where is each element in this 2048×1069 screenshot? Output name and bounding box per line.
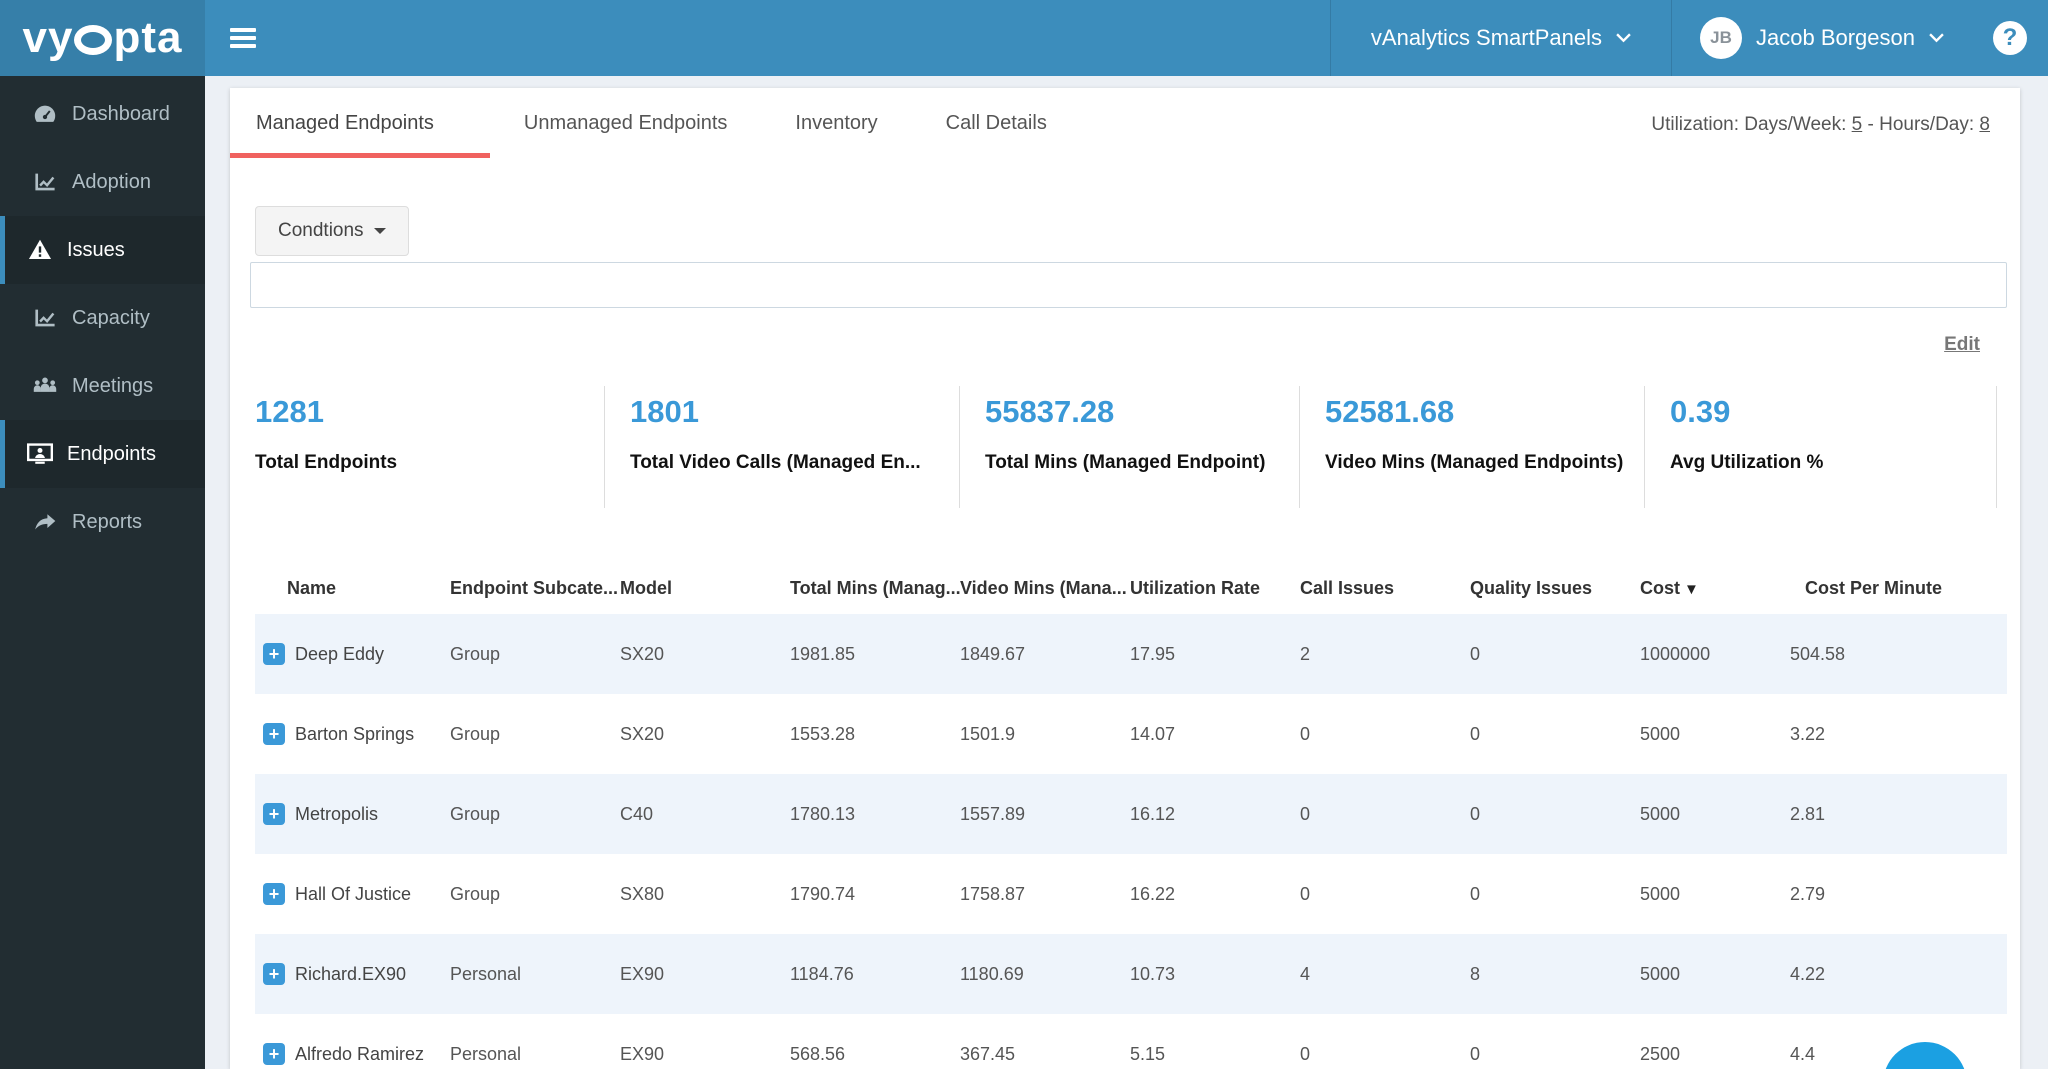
endpoint-name: Richard.EX90 [295, 963, 407, 984]
expand-row-icon[interactable]: + [263, 803, 285, 825]
expand-row-icon[interactable]: + [263, 1043, 285, 1065]
table-row[interactable]: + Richard.EX90 Personal EX90 1184.76 1180.6… [255, 934, 2007, 1014]
chevron-down-icon [1616, 33, 1631, 43]
sidebar-nav: Dashboard Adoption Issues Capacity Meeti… [0, 76, 205, 1069]
caret-down-icon [373, 228, 386, 234]
utilization-middle: - Hours/Day: [1867, 114, 1975, 135]
endpoint-name: Deep Eddy [295, 643, 385, 664]
stat-total-video-calls: 1801 Total Video Calls (Managed En... [605, 386, 960, 508]
logo-lens-icon [74, 25, 113, 55]
sidebar-item-meetings[interactable]: Meetings [0, 352, 205, 420]
utilization-settings: Utilization: Days/Week: 5 - Hours/Day: 8 [1651, 114, 1990, 136]
sidebar-item-label: Endpoints [67, 442, 156, 465]
stat-video-mins: 52581.68 Video Mins (Managed Endpoints) [1300, 386, 1645, 508]
product-selector-dropdown[interactable]: vAnalytics SmartPanels [1329, 0, 1672, 76]
chart-line-icon [35, 309, 55, 327]
days-per-week-link[interactable]: 5 [1852, 114, 1863, 135]
logo-text: vy pta [22, 13, 183, 62]
question-mark-icon: ? [1993, 21, 2027, 55]
hamburger-icon [230, 24, 256, 52]
sidebar-item-capacity[interactable]: Capacity [0, 284, 205, 352]
sidebar-toggle-button[interactable] [213, 0, 273, 76]
expand-row-icon[interactable]: + [263, 963, 285, 985]
endpoints-table: Name Endpoint Subcate... Model Total Min… [255, 570, 2007, 1069]
endpoint-name: Hall Of Justice [295, 883, 412, 904]
tab-managed-endpoints[interactable]: Managed Endpoints [230, 88, 490, 158]
stat-value: 55837.28 [985, 394, 1115, 429]
top-header: vy pta vAnalytics SmartPanels JB Jacob Bo… [0, 0, 2048, 76]
column-header-total-mins[interactable]: Total Mins (Manag... [790, 570, 960, 614]
help-button[interactable]: ? [1972, 0, 2048, 76]
sort-desc-icon: ▼ [1684, 581, 1699, 598]
conditions-label: Condtions [278, 220, 364, 241]
column-header-model[interactable]: Model [620, 570, 790, 614]
sidebar-item-endpoints[interactable]: Endpoints [0, 420, 205, 488]
tab-call-details[interactable]: Call Details [912, 88, 1081, 158]
expand-row-icon[interactable]: + [263, 723, 285, 745]
expand-row-icon[interactable]: + [263, 643, 285, 665]
user-name: Jacob Borgeson [1756, 25, 1915, 50]
endpoint-name: Barton Springs [295, 723, 415, 744]
avatar: JB [1700, 17, 1742, 59]
table-header-row: Name Endpoint Subcate... Model Total Min… [255, 570, 2007, 614]
product-selector-label: vAnalytics SmartPanels [1370, 25, 1602, 50]
sidebar-item-label: Capacity [72, 306, 150, 329]
hours-per-day-link[interactable]: 8 [1979, 114, 1990, 135]
stat-avg-utilization: 0.39 Avg Utilization % [1645, 386, 1997, 508]
stat-label: Total Endpoints [255, 452, 398, 473]
table-row[interactable]: + Hall Of Justice Group SX80 1790.74 1758.8… [255, 854, 2007, 934]
sidebar-item-label: Adoption [72, 170, 151, 193]
column-header-call-issues[interactable]: Call Issues [1300, 570, 1470, 614]
column-header-cost[interactable]: Cost ▼ [1640, 570, 1790, 614]
column-header-quality-issues[interactable]: Quality Issues [1470, 570, 1640, 614]
stat-label: Avg Utilization % [1670, 452, 1824, 473]
gauge-icon [34, 105, 56, 122]
sidebar-item-label: Meetings [72, 374, 154, 397]
conditions-dropdown-button[interactable]: Condtions [255, 206, 409, 256]
tab-unmanaged-endpoints[interactable]: Unmanaged Endpoints [490, 88, 761, 158]
stat-total-endpoints: 1281 Total Endpoints [255, 386, 605, 508]
sidebar-item-reports[interactable]: Reports [0, 488, 205, 556]
edit-link[interactable]: Edit [1944, 334, 1980, 356]
column-header-endpoint-subcategory[interactable]: Endpoint Subcate... [450, 570, 620, 614]
content-panel: Managed Endpoints Unmanaged Endpoints In… [230, 88, 2020, 1069]
table-row[interactable]: + Deep Eddy Group SX20 1981.85 1849.67 17.9… [255, 614, 2007, 694]
share-arrow-icon [35, 514, 56, 530]
user-menu-dropdown[interactable]: JB Jacob Borgeson [1672, 0, 1972, 76]
chevron-down-icon [1929, 33, 1944, 43]
table-row[interactable]: + Barton Springs Group SX20 1553.28 1501.9 … [255, 694, 2007, 774]
stat-label: Video Mins (Managed Endpoints) [1325, 452, 1624, 473]
stat-value: 52581.68 [1325, 394, 1455, 429]
table-row[interactable]: + Metropolis Group C40 1780.13 1557.89 16.1… [255, 774, 2007, 854]
sidebar-item-adoption[interactable]: Adoption [0, 148, 205, 216]
endpoint-name: Alfredo Ramirez [295, 1043, 425, 1064]
endpoint-name: Metropolis [295, 803, 379, 824]
utilization-prefix: Utilization: Days/Week: [1651, 114, 1847, 135]
warning-triangle-icon [28, 239, 52, 259]
chart-line-icon [35, 173, 55, 191]
stat-label: Total Mins (Managed Endpoint) [985, 452, 1266, 473]
app-logo[interactable]: vy pta [0, 0, 205, 76]
sidebar-item-label: Issues [67, 238, 125, 261]
expand-row-icon[interactable]: + [263, 883, 285, 905]
stat-label: Total Video Calls (Managed En... [630, 452, 921, 473]
stat-value: 1801 [630, 394, 699, 429]
sidebar-item-dashboard[interactable]: Dashboard [0, 80, 205, 148]
endpoint-monitor-icon [27, 443, 53, 464]
conditions-filter-input[interactable] [250, 262, 2007, 308]
column-header-cost-per-minute[interactable]: Cost Per Minute [1790, 570, 2007, 614]
stat-value: 0.39 [1670, 394, 1731, 429]
column-header-utilization-rate[interactable]: Utilization Rate [1130, 570, 1300, 614]
sidebar-item-label: Dashboard [72, 102, 170, 125]
tab-inventory[interactable]: Inventory [761, 88, 911, 158]
users-icon [33, 377, 57, 392]
stat-total-mins: 55837.28 Total Mins (Managed Endpoint) [960, 386, 1300, 508]
kpi-summary-row: 1281 Total Endpoints 1801 Total Video Ca… [255, 386, 1997, 508]
sidebar-item-label: Reports [72, 510, 143, 533]
table-row[interactable]: + Alfredo Ramirez Personal EX90 568.56 367.… [255, 1014, 2007, 1069]
column-header-video-mins[interactable]: Video Mins (Mana... [960, 570, 1130, 614]
sidebar-item-issues[interactable]: Issues [0, 216, 205, 284]
stat-value: 1281 [255, 394, 324, 429]
column-header-name[interactable]: Name [255, 570, 450, 614]
